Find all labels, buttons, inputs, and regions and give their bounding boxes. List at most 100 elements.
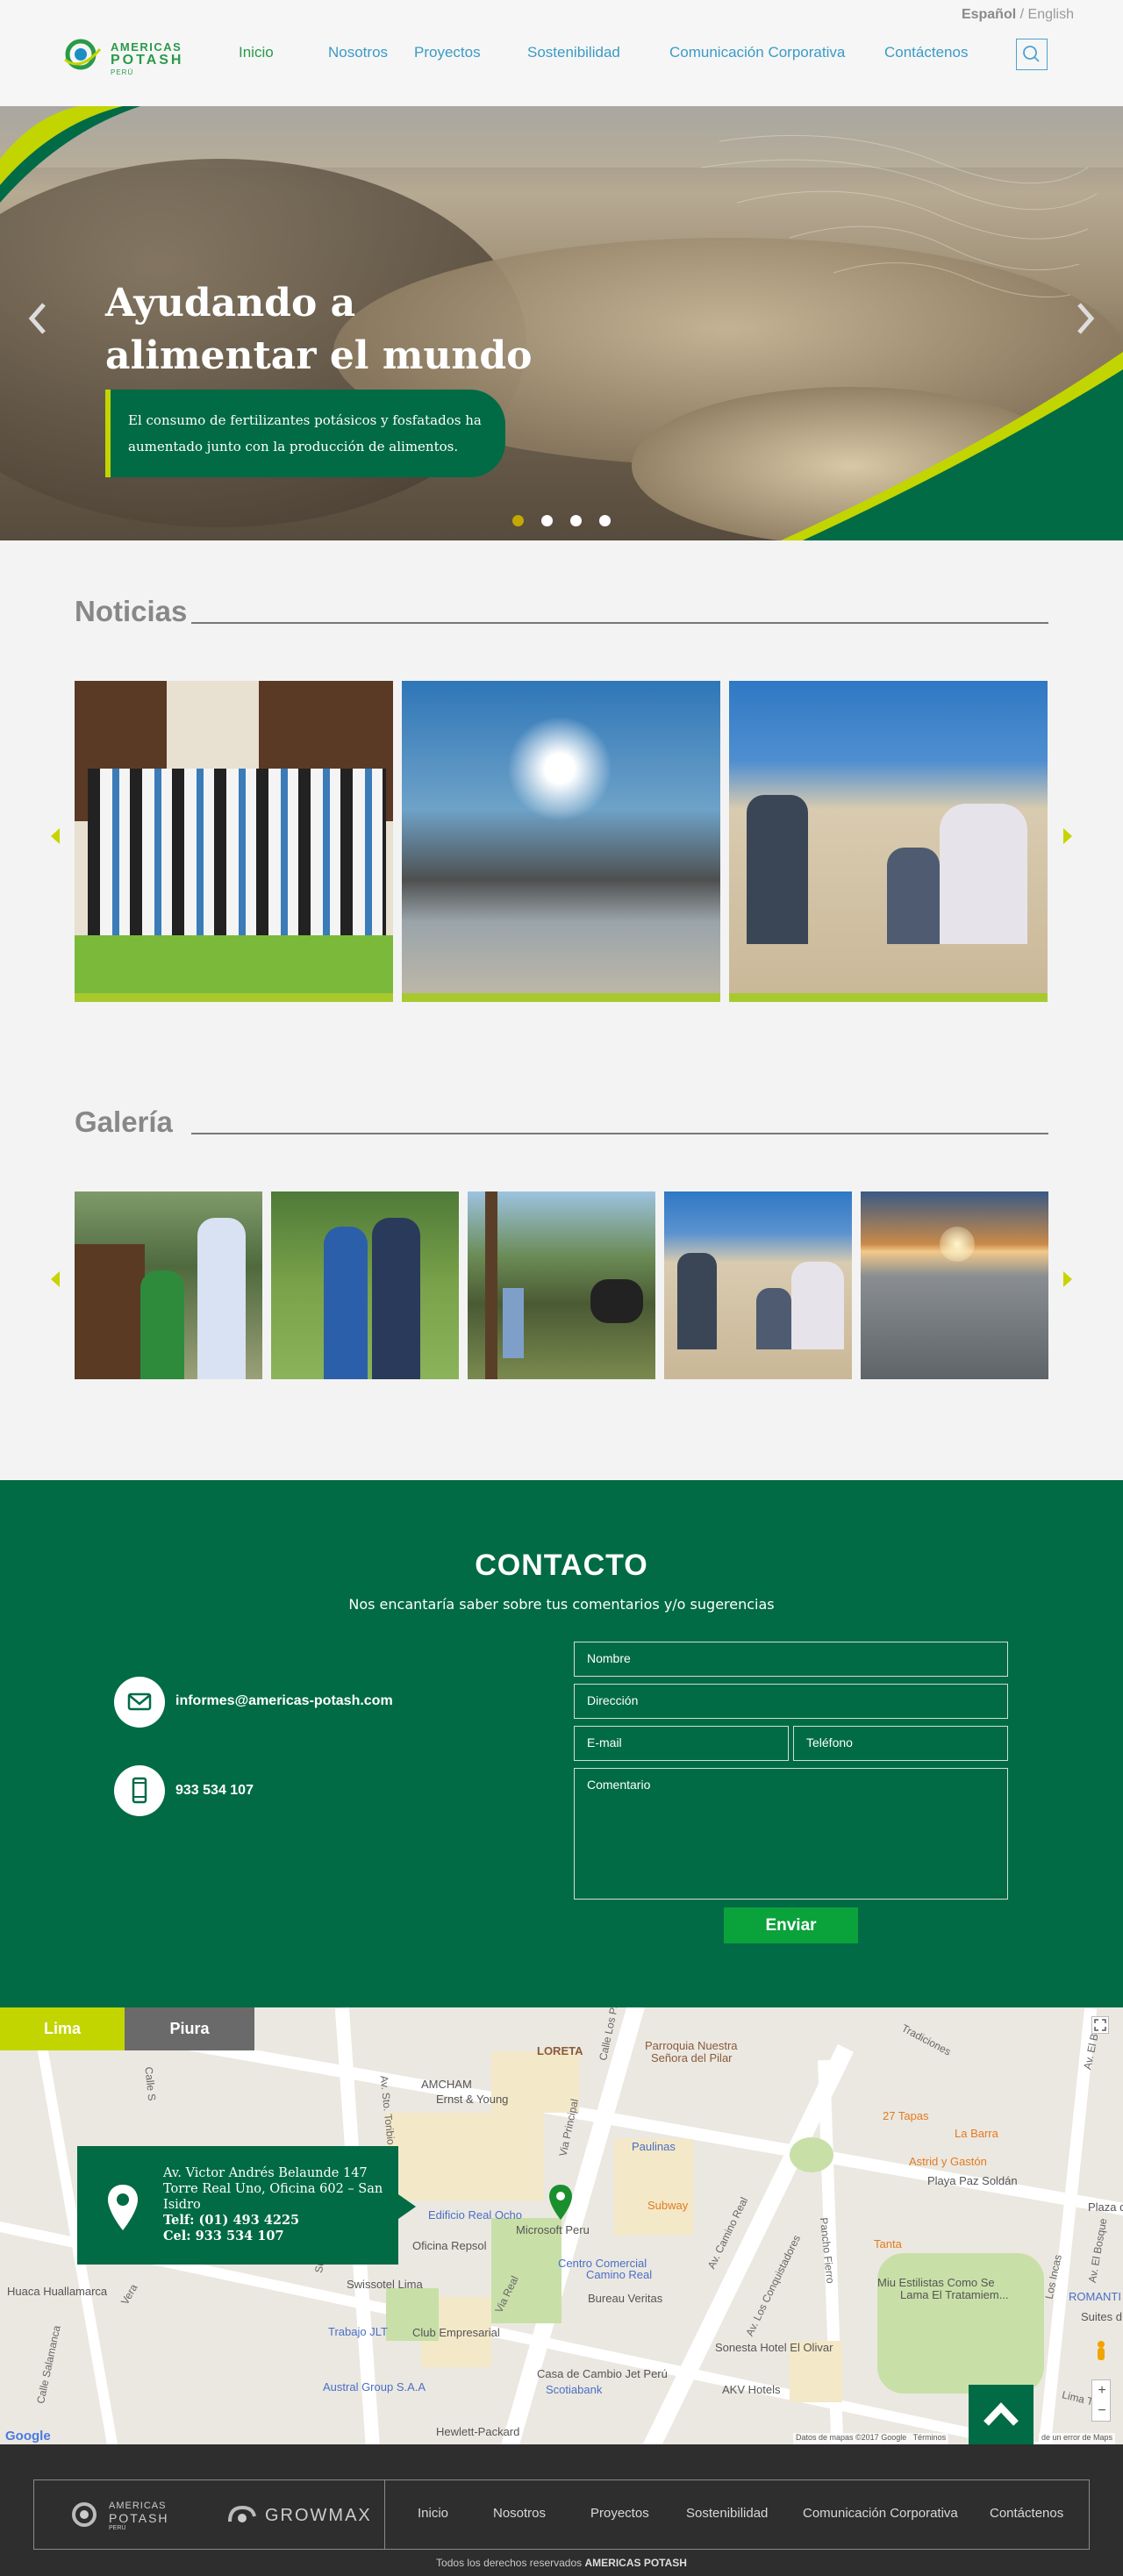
map-block [614,2139,693,2236]
location-map[interactable]: Lima Piura LORETA Parroquia Nuestra Seño… [0,2007,1123,2444]
slider-next-icon[interactable] [1074,299,1098,338]
footer-nav-contactenos[interactable]: Contáctenos [990,2506,1063,2521]
map-street: Vera [118,2281,140,2308]
news-card-coast[interactable] [402,681,720,1002]
map-poi: Suites d [1081,2310,1122,2323]
growmax-logo-icon [228,2505,256,2522]
news-next-icon[interactable] [1063,828,1072,844]
nav-contactenos[interactable]: Contáctenos [884,44,968,61]
map-poi: Oficina Repsol [412,2239,487,2252]
slider-prev-icon[interactable] [25,299,49,338]
map-roundabout [790,2137,833,2172]
fullscreen-icon [1094,2019,1106,2031]
gallery-photo-shape [590,1279,643,1323]
map-poi: Playa Paz Soldán [927,2174,1018,2187]
scroll-to-top-button[interactable] [969,2385,1034,2444]
gallery-prev-icon[interactable] [51,1271,60,1287]
footer-logo-americas-potash[interactable]: AMERICAS POTASH PERÚ [68,2497,182,2534]
footer-nav-proyectos[interactable]: Proyectos [590,2506,649,2521]
map-credits: Datos de mapas ©2017 Google Términos [793,2433,949,2444]
map-road [1038,2007,1098,2444]
footer-logo-growmax[interactable]: GROWMAX [226,2499,376,2530]
contact-subtitle: Nos encantaría saber sobre tus comentari… [348,1596,775,1613]
news-divider [191,622,1048,624]
zoom-in-button[interactable]: + [1092,2380,1112,2401]
footer-nav-inicio[interactable]: Inicio [418,2506,448,2521]
map-poi: Plaza d [1088,2200,1123,2214]
news-card-bar [729,993,1048,1002]
map-poi: Subway [647,2199,689,2212]
map-poi: 27 Tapas [883,2109,929,2122]
nav-nosotros[interactable]: Nosotros [328,44,388,61]
slider-dot-active[interactable] [512,515,524,526]
nav-inicio[interactable]: Inicio [239,44,274,61]
contact-section: CONTACTO Nos encantaría saber sobre tus … [0,1480,1123,2007]
map-report-link[interactable]: de un error de Maps [1039,2433,1116,2444]
gallery-photo-shape [324,1227,368,1379]
contact-email[interactable]: informes@americas-potash.com [175,1693,393,1709]
map-poi: Microsoft Peru [516,2223,590,2236]
map-terms-link[interactable]: Términos [913,2433,947,2442]
slider-dot[interactable] [570,515,582,526]
nav-sostenibilidad[interactable]: Sostenibilidad [527,44,620,61]
footer-logo-emblem-icon [72,2502,97,2527]
contact-phone: 933 534 107 [175,1783,254,1798]
map-poi: AKV Hotels [722,2383,781,2396]
map-poi: Casa de Cambio Jet Perú [537,2367,668,2380]
gallery-photo-sunset[interactable] [861,1191,1048,1379]
map-poi: Tanta [874,2237,902,2250]
fullscreen-button[interactable] [1091,2016,1109,2034]
map-tab-piura[interactable]: Piura [125,2007,254,2050]
nav-comunicacion-corporativa[interactable]: Comunicación Corporativa [669,44,845,61]
address-field[interactable]: Dirección [574,1684,1008,1719]
news-card-fieldwork[interactable] [729,681,1048,1002]
map-poi: Swissotel Lima [347,2278,423,2291]
news-title: Noticias [75,595,188,627]
comment-field[interactable]: Comentario [574,1768,1008,1900]
slider-dot[interactable] [599,515,611,526]
gallery-photo-farmers[interactable] [271,1191,459,1379]
footer-nav-comunicacion-corporativa[interactable]: Comunicación Corporativa [803,2506,958,2521]
lang-spanish[interactable]: Español [962,7,1016,22]
news-photo-person [940,804,1027,944]
search-button[interactable] [1016,39,1048,70]
footer-nav-nosotros[interactable]: Nosotros [493,2506,546,2521]
address-tel: Telf: (01) 493 4225 [163,2213,300,2228]
zoom-out-button[interactable]: − [1092,2401,1112,2422]
gallery-photo-horse[interactable] [75,1191,262,1379]
map-poi: Astrid y Gastón [909,2155,987,2168]
lang-english[interactable]: English [1028,7,1074,22]
logo-text-americas: AMERICAS [111,40,182,54]
news-card-graduation[interactable] [75,681,393,1002]
phone-field[interactable]: Teléfono [793,1726,1008,1761]
map-marker-icon[interactable] [547,2183,574,2222]
map-poi: Bureau Veritas [588,2292,663,2305]
submit-button[interactable]: Enviar [724,1907,858,1943]
map-tab-lima[interactable]: Lima [0,2007,125,2050]
news-card-bar [402,993,720,1002]
news-photo-grass [75,935,393,993]
site-logo[interactable]: AMERICAS POTASH PERÚ [61,35,184,76]
gallery-photo-fieldwork[interactable] [664,1191,852,1379]
footer-nav-sostenibilidad[interactable]: Sostenibilidad [686,2506,768,2521]
map-poi: Edificio Real Ocho [428,2208,522,2222]
slider-dot[interactable] [541,515,553,526]
map-street: Calle Salamanca [34,2324,63,2405]
gallery-next-icon[interactable] [1063,1271,1072,1287]
email-field[interactable]: E-mail [574,1726,789,1761]
footer-logo-text: POTASH [109,2511,169,2525]
street-view-icon[interactable] [1091,2339,1111,2365]
name-field[interactable]: Nombre [574,1642,1008,1677]
gallery-photo-shape [197,1218,246,1379]
footer-divider [384,2479,385,2550]
gallery-photo-field[interactable] [468,1191,655,1379]
hero-title-line1: Ayudando a [105,281,356,326]
map-block [386,2113,544,2200]
news-prev-icon[interactable] [51,828,60,844]
map-poi: AMCHAM [421,2078,472,2091]
hero-text-line1: El consumo de fertilizantes potásicos y … [128,412,482,428]
nav-proyectos[interactable]: Proyectos [414,44,481,61]
map-poi: Hewlett-Packard [436,2425,520,2438]
contact-title: CONTACTO [475,1549,648,1582]
map-zoom-control: + − [1091,2379,1111,2422]
